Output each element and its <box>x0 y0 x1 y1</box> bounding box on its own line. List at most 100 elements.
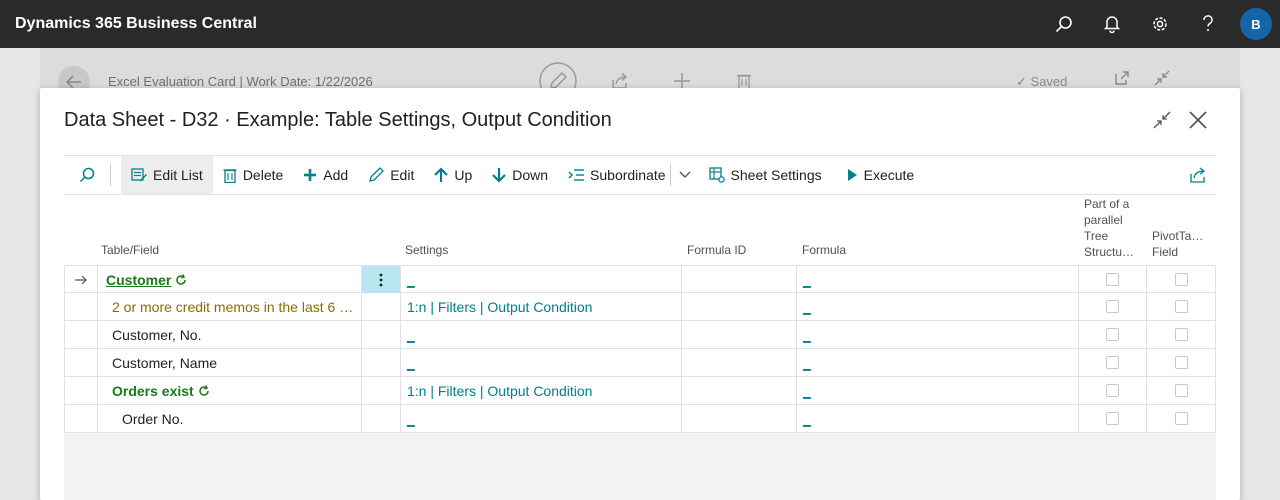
pivot-field-checkbox-cell <box>1146 405 1216 432</box>
formula-id-cell[interactable] <box>681 321 796 348</box>
settings-cell[interactable]: _ <box>400 321 681 348</box>
share-icon <box>1190 167 1206 183</box>
settings-cell[interactable]: _ <box>400 349 681 376</box>
search-icon <box>79 167 95 183</box>
formula-id-cell[interactable] <box>681 405 796 432</box>
gear-icon[interactable] <box>1136 0 1184 48</box>
table-field-cell[interactable]: Customer <box>97 266 361 293</box>
pivot-field-checkbox-cell <box>1146 266 1216 293</box>
table-row[interactable]: Customer _ _ <box>64 265 1216 293</box>
table-field-cell[interactable]: Orders exist <box>97 377 361 404</box>
checkbox[interactable] <box>1106 300 1119 313</box>
close-icon[interactable] <box>1186 108 1210 132</box>
settings-cell[interactable]: _ <box>400 266 681 293</box>
search-icon[interactable] <box>1040 0 1088 48</box>
data-sheet-grid: Table/Field Settings Formula ID Formula … <box>64 196 1216 433</box>
table-field-cell[interactable]: 2 or more credit memos in the last 6 … <box>97 293 361 320</box>
table-row[interactable]: Order No. _ _ <box>64 405 1216 433</box>
checkbox[interactable] <box>1106 273 1119 286</box>
row-menu-cell <box>361 377 400 404</box>
formula-id-cell[interactable] <box>681 349 796 376</box>
column-header-pivot-field[interactable]: PivotTa… Field <box>1152 228 1203 260</box>
avatar[interactable]: B <box>1240 8 1272 40</box>
column-header-parallel-tree[interactable]: Part of a parallel Tree Structu… <box>1084 196 1134 260</box>
subordinate-button[interactable]: Subordinate <box>558 156 670 194</box>
app-title: Dynamics 365 Business Central <box>15 15 257 32</box>
checkbox[interactable] <box>1174 412 1188 425</box>
pivot-field-checkbox-cell <box>1146 349 1216 376</box>
settings-cell[interactable]: 1:n | Filters | Output Condition <box>400 293 681 320</box>
collapse-icon[interactable] <box>1150 108 1174 132</box>
parallel-tree-checkbox-cell <box>1078 349 1146 376</box>
formula-cell[interactable]: _ <box>796 349 1078 376</box>
share-button[interactable] <box>1180 156 1216 194</box>
more-actions-dropdown[interactable] <box>671 156 699 194</box>
sheet-settings-button[interactable]: Sheet Settings <box>699 156 832 194</box>
checkbox[interactable] <box>1174 328 1188 341</box>
checkbox[interactable] <box>1174 273 1188 286</box>
parallel-tree-checkbox-cell <box>1078 405 1146 432</box>
formula-cell[interactable]: _ <box>796 266 1078 293</box>
parallel-tree-checkbox-cell <box>1078 266 1146 293</box>
checkbox[interactable] <box>1174 384 1188 397</box>
parallel-tree-checkbox-cell <box>1078 321 1146 348</box>
trash-icon <box>223 169 237 183</box>
collapse-icon[interactable] <box>1142 70 1182 86</box>
checkbox[interactable] <box>1174 300 1188 313</box>
table-row[interactable]: Orders exist 1:n | Filters | Output Cond… <box>64 377 1216 405</box>
table-row[interactable]: Customer, No. _ _ <box>64 321 1216 349</box>
delete-button[interactable]: Delete <box>213 156 293 194</box>
pencil-icon <box>369 167 385 182</box>
checkbox[interactable] <box>1106 412 1119 425</box>
more-vertical-icon[interactable] <box>361 266 400 293</box>
grid-header: Table/Field Settings Formula ID Formula … <box>64 196 1216 265</box>
open-new-window-icon[interactable] <box>1102 70 1142 86</box>
row-arrow-icon <box>64 266 97 293</box>
formula-id-cell[interactable] <box>681 266 796 293</box>
row-menu-cell <box>361 293 400 320</box>
table-field-cell[interactable]: Order No. <box>97 405 361 432</box>
formula-id-cell[interactable] <box>681 377 796 404</box>
column-header-formula[interactable]: Formula <box>802 242 846 258</box>
app-bar: Dynamics 365 Business Central B <box>0 0 1280 48</box>
formula-cell[interactable]: _ <box>796 293 1078 320</box>
table-field-cell[interactable]: Customer, No. <box>97 321 361 348</box>
formula-cell[interactable]: _ <box>796 405 1078 432</box>
table-row[interactable]: Customer, Name _ _ <box>64 349 1216 377</box>
indent-icon <box>568 169 585 181</box>
help-icon[interactable] <box>1184 0 1232 48</box>
bell-icon[interactable] <box>1088 0 1136 48</box>
row-menu-cell <box>361 405 400 432</box>
execute-button[interactable]: Execute <box>836 156 925 194</box>
up-button[interactable]: Up <box>424 156 482 194</box>
toolbar-divider <box>110 164 111 186</box>
formula-cell[interactable]: _ <box>796 377 1078 404</box>
column-header-formula-id[interactable]: Formula ID <box>687 242 746 258</box>
background-card-right-icons <box>1102 70 1182 86</box>
add-button[interactable]: Add <box>293 156 358 194</box>
checkbox[interactable] <box>1106 384 1119 397</box>
edit-list-button[interactable]: Edit List <box>121 156 213 194</box>
formula-cell[interactable]: _ <box>796 321 1078 348</box>
action-bar: Edit List Delete Add Edit Up Down Subord… <box>64 155 1216 195</box>
play-icon <box>847 169 857 181</box>
refresh-icon <box>175 273 187 286</box>
edit-list-icon <box>131 168 147 182</box>
settings-cell[interactable]: _ <box>400 405 681 432</box>
column-header-settings[interactable]: Settings <box>405 242 448 258</box>
table-row[interactable]: 2 or more credit memos in the last 6 … 1… <box>64 293 1216 321</box>
row-menu-cell <box>361 321 400 348</box>
sheet-settings-icon <box>708 167 725 183</box>
formula-id-cell[interactable] <box>681 293 796 320</box>
table-field-cell[interactable]: Customer, Name <box>97 349 361 376</box>
checkbox[interactable] <box>1174 356 1188 369</box>
search-button[interactable] <box>64 156 110 194</box>
parallel-tree-checkbox-cell <box>1078 293 1146 320</box>
down-button[interactable]: Down <box>482 156 558 194</box>
checkbox[interactable] <box>1106 356 1119 369</box>
settings-cell[interactable]: 1:n | Filters | Output Condition <box>400 377 681 404</box>
edit-button[interactable]: Edit <box>358 156 424 194</box>
column-header-table-field[interactable]: Table/Field <box>101 242 159 258</box>
dialog-title: Data Sheet - D32 · Example: Table Settin… <box>64 109 612 131</box>
checkbox[interactable] <box>1106 328 1119 341</box>
